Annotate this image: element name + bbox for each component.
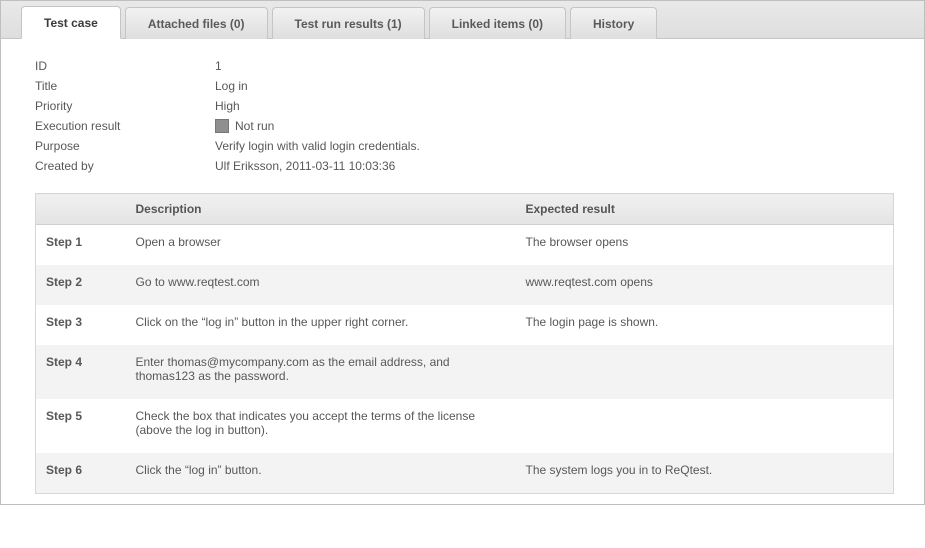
table-row: Step 6 Click the “log in” button. The sy… [36, 453, 894, 494]
purpose-label: Purpose [35, 139, 215, 153]
tab-linked-items[interactable]: Linked items (0) [429, 7, 566, 39]
created-by-label: Created by [35, 159, 215, 173]
table-row: Step 5 Check the box that indicates you … [36, 399, 894, 453]
table-row: Step 1 Open a browser The browser opens [36, 225, 894, 266]
step-description: Enter thomas@mycompany.com as the email … [126, 345, 516, 399]
step-label: Step 2 [36, 265, 126, 305]
tab-test-run-results[interactable]: Test run results (1) [272, 7, 425, 39]
test-case-panel: Test case Attached files (0) Test run re… [0, 0, 925, 505]
steps-body: Step 1 Open a browser The browser opens … [36, 225, 894, 494]
execution-result-label: Execution result [35, 119, 215, 133]
content-area: ID 1 Title Log in Priority High Executio… [1, 39, 924, 504]
table-row: Step 4 Enter thomas@mycompany.com as the… [36, 345, 894, 399]
step-label: Step 5 [36, 399, 126, 453]
step-label: Step 1 [36, 225, 126, 266]
purpose-value: Verify login with valid login credential… [215, 139, 894, 153]
step-description: Check the box that indicates you accept … [126, 399, 516, 453]
tab-history[interactable]: History [570, 7, 657, 39]
id-label: ID [35, 59, 215, 73]
created-by-value: Ulf Eriksson, 2011-03-11 10:03:36 [215, 159, 894, 173]
col-step [36, 194, 126, 225]
step-description: Open a browser [126, 225, 516, 266]
tab-test-case[interactable]: Test case [21, 6, 121, 39]
step-label: Step 3 [36, 305, 126, 345]
priority-label: Priority [35, 99, 215, 113]
table-row: Step 3 Click on the “log in” button in t… [36, 305, 894, 345]
step-expected: www.reqtest.com opens [516, 265, 894, 305]
table-row: Step 2 Go to www.reqtest.com www.reqtest… [36, 265, 894, 305]
steps-table: Description Expected result Step 1 Open … [35, 193, 894, 494]
step-description: Click on the “log in” button in the uppe… [126, 305, 516, 345]
title-label: Title [35, 79, 215, 93]
execution-result-value: Not run [215, 119, 894, 133]
step-description: Click the “log in” button. [126, 453, 516, 494]
step-description: Go to www.reqtest.com [126, 265, 516, 305]
step-expected: The login page is shown. [516, 305, 894, 345]
steps-header-row: Description Expected result [36, 194, 894, 225]
step-expected [516, 399, 894, 453]
step-label: Step 6 [36, 453, 126, 494]
properties-grid: ID 1 Title Log in Priority High Executio… [35, 59, 894, 173]
step-label: Step 4 [36, 345, 126, 399]
priority-value: High [215, 99, 894, 113]
step-expected [516, 345, 894, 399]
status-swatch-icon [215, 119, 229, 133]
id-value: 1 [215, 59, 894, 73]
execution-result-text: Not run [235, 119, 274, 133]
tab-bar: Test case Attached files (0) Test run re… [1, 1, 924, 39]
tab-attached-files[interactable]: Attached files (0) [125, 7, 268, 39]
col-description: Description [126, 194, 516, 225]
col-expected: Expected result [516, 194, 894, 225]
step-expected: The system logs you in to ReQtest. [516, 453, 894, 494]
step-expected: The browser opens [516, 225, 894, 266]
title-value: Log in [215, 79, 894, 93]
